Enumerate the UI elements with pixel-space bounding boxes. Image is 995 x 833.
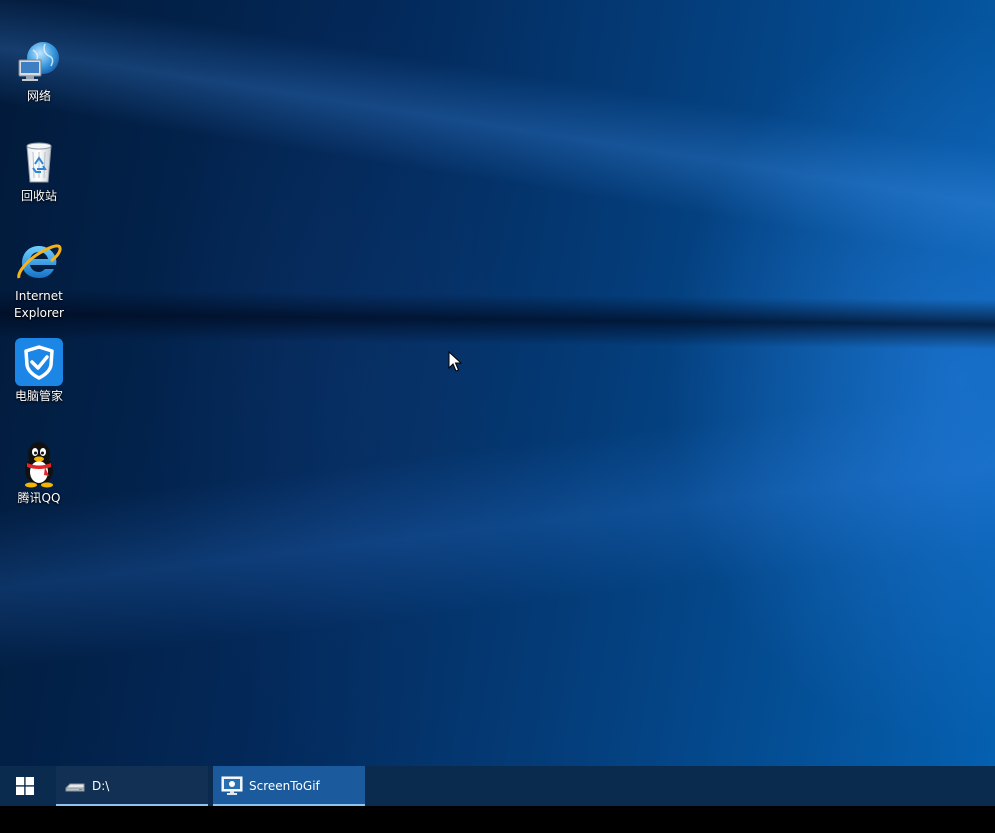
desktop[interactable]: 网络 回收站 Internet Explorer 电脑管家 腾讯QQ (0, 0, 995, 766)
wallpaper-dark-band (0, 288, 995, 352)
network-globe-icon (18, 42, 59, 81)
shield-icon (15, 338, 63, 386)
taskbar-button-drive[interactable]: D:\ (56, 766, 208, 806)
mouse-cursor-icon (448, 351, 462, 372)
desktop-icon-qq[interactable]: 腾讯QQ (4, 440, 74, 507)
monitor-icon (221, 776, 243, 795)
desktop-icon-label: 回收站 (20, 189, 57, 203)
desktop-icon-pc-manager[interactable]: 电脑管家 (4, 338, 74, 405)
desktop-icon-internet-explorer[interactable]: Internet Explorer (4, 238, 74, 322)
windows-logo-icon (16, 777, 34, 795)
drive-icon (65, 783, 85, 792)
taskbar-button-label: D:\ (92, 779, 110, 793)
qq-penguin-icon (25, 442, 53, 488)
taskbar-button-label: ScreenToGif (249, 779, 320, 793)
desktop-icon-label: 腾讯QQ (17, 491, 61, 505)
desktop-icon-network[interactable]: 网络 (4, 38, 74, 105)
wallpaper-light-beam (0, 0, 995, 304)
taskbar: D:\ ScreenToGif (0, 766, 995, 806)
desktop-icon-label: 电脑管家 (14, 389, 63, 403)
start-button[interactable] (0, 766, 50, 806)
internet-explorer-icon (17, 244, 62, 279)
desktop-icon-label: 网络 (26, 89, 51, 103)
desktop-icon-recycle-bin[interactable]: 回收站 (4, 138, 74, 205)
screen-bottom-border (0, 806, 995, 833)
taskbar-button-screentogif[interactable]: ScreenToGif (213, 766, 365, 806)
recycle-bin-icon (26, 142, 52, 183)
wallpaper-glow (150, 0, 550, 766)
wallpaper-light-beam (0, 349, 995, 679)
screen: 网络 回收站 Internet Explorer 电脑管家 腾讯QQ D:\ S… (0, 0, 995, 833)
desktop-icon-label: Internet Explorer (14, 289, 64, 320)
